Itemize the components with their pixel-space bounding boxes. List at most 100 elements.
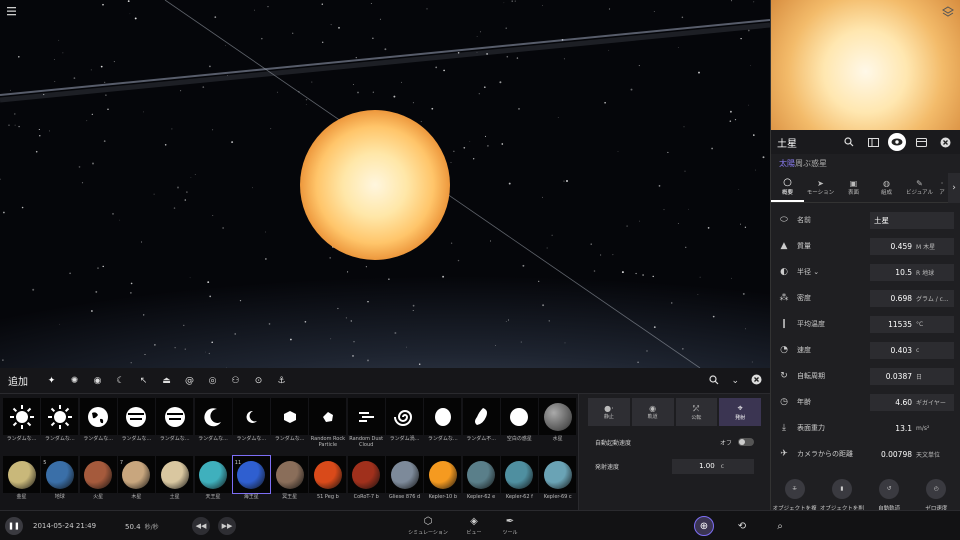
grid-item[interactable]: ランダム渦... (386, 394, 423, 450)
anchor-icon[interactable]: ⚓ (270, 376, 293, 386)
comet-icon[interactable]: ↖ (132, 376, 155, 386)
card-icon[interactable] (912, 133, 930, 151)
rotation-field[interactable]: 0.0387 日 (870, 367, 954, 385)
grid-item[interactable]: 冥王星 (271, 452, 309, 508)
grid-item[interactable]: ランダムな... (194, 394, 232, 450)
galaxy-icon[interactable]: @ (178, 376, 201, 386)
tab-more[interactable]: · ア (936, 173, 948, 202)
grid-item-label: 地球 (54, 494, 65, 500)
parent-link[interactable]: 太陽 (779, 159, 795, 168)
velocity-field[interactable]: 0.403 c (870, 341, 954, 359)
subtitle-rest: 周ぶ惑星 (795, 159, 827, 168)
grid-item-label: 金星 (16, 494, 27, 500)
grid-item[interactable]: 空白の惑星 (500, 394, 538, 450)
target-icon[interactable]: ⊙ (247, 376, 270, 386)
grid-item[interactable]: ランダムな... (41, 394, 79, 450)
random-ellipsoid-icon (424, 398, 462, 435)
people-icon[interactable]: ⚇ (224, 376, 247, 386)
grid-item[interactable]: ランダムな... (232, 394, 270, 450)
eye-icon[interactable] (888, 133, 906, 151)
close-icon[interactable] (936, 133, 954, 151)
tab-visual[interactable]: ✎ ビジュアル (903, 173, 936, 202)
mode-revolve[interactable]: ⤱ 公転 (675, 398, 718, 426)
grid-item[interactable]: Gliese 876 d (386, 452, 423, 508)
property-unit: 日 (916, 373, 923, 381)
tab-simulation[interactable]: ⬡ シミュレーション (408, 516, 448, 536)
space-viewport[interactable] (0, 0, 770, 368)
tab-composition[interactable]: ◍ 組成 (870, 173, 903, 202)
hamburger-menu-icon[interactable] (6, 5, 20, 17)
panel-toggle-icon[interactable] (864, 133, 882, 151)
plus-icon: ⊕ (699, 520, 709, 532)
tab-overview[interactable]: ○ 概要 (771, 173, 804, 202)
launch-speed-field[interactable]: 1.00 c (672, 458, 754, 474)
object-subtitle: 太陽周ぶ惑星 (771, 154, 960, 173)
radius-field[interactable]: 10.5 R 地球 (870, 263, 954, 281)
close-icon[interactable] (751, 374, 762, 387)
sun-body[interactable] (300, 110, 450, 260)
grid-item[interactable]: ランダムな... (117, 394, 155, 450)
search-icon[interactable] (840, 133, 858, 151)
search-icon[interactable] (709, 374, 719, 387)
tab-view[interactable]: ◈ ビュー (454, 516, 494, 536)
tab-tools[interactable]: ✒ ツール (490, 516, 530, 536)
grid-item[interactable]: ランダムな... (3, 394, 40, 450)
grid-item[interactable]: CoRoT-7 b (347, 452, 385, 508)
random-planet-icon (79, 398, 117, 435)
fast-forward-button[interactable]: ▶▶ (218, 517, 236, 535)
density-field[interactable]: 0.698 グラム / c... (870, 289, 954, 307)
property-value: 13.1 (895, 423, 912, 433)
focus-button[interactable]: ⟲ (732, 516, 752, 536)
tab-motion[interactable]: ➤ モーション (804, 173, 837, 202)
planet-icon[interactable]: ◉ (86, 376, 109, 386)
grid-item[interactable]: 5 地球 (41, 452, 79, 508)
name-field[interactable]: 土星 (870, 211, 954, 229)
moon-icon[interactable]: ☾ (109, 376, 132, 386)
grid-item[interactable]: Kepler-62 f (500, 452, 538, 508)
chevron-down-icon[interactable]: ⌄ (731, 376, 739, 386)
fast-forward-icon: ▶▶ (221, 522, 233, 530)
grid-item[interactable]: Random Dust Cloud (347, 394, 385, 450)
grid-item[interactable]: 51 Peg b (309, 452, 347, 508)
mass-field[interactable]: 0.459 M 木星 (870, 237, 954, 255)
ufo-icon[interactable]: ⏏ (155, 376, 178, 386)
auto-launch-toggle[interactable] (738, 438, 754, 446)
sun-icon[interactable]: ✺ (63, 376, 86, 386)
eye-icon[interactable]: ◎ (201, 376, 224, 386)
temperature-field[interactable]: 11535 °C (870, 315, 954, 333)
tab-surface[interactable]: ▣ 表面 (837, 173, 870, 202)
mode-orbit[interactable]: ◉ 軌道 (631, 398, 674, 426)
grid-item[interactable]: Kepler-62 e (462, 452, 500, 508)
mode-static[interactable]: ●· 静止 (588, 398, 630, 426)
grid-item[interactable]: 水星 (539, 394, 577, 450)
property-unit: m/s² (916, 424, 930, 432)
sparkle-icon[interactable]: ✦ (40, 376, 63, 386)
grid-item[interactable]: ランダムな... (424, 394, 462, 450)
grid-item-label: ランダムな... (121, 436, 152, 442)
grid-item[interactable]: 金星 (3, 452, 40, 508)
property-label[interactable]: 半径 ⌄ (791, 267, 870, 277)
launch-speed-row: 発射速度 1.00 c (579, 454, 770, 478)
mode-label: 公転 (691, 414, 702, 421)
rewind-button[interactable]: ◀◀ (192, 517, 210, 535)
mode-launch[interactable]: ⌖ 発射 (719, 398, 761, 426)
search-button[interactable]: ⌕ (770, 516, 790, 536)
layers-icon[interactable] (942, 6, 954, 18)
grid-item[interactable]: ランダム不... (462, 394, 500, 450)
chevron-right-icon[interactable]: › (948, 173, 960, 203)
grid-item[interactable]: Random Rock Particle (309, 394, 347, 450)
grid-item[interactable]: ランダムな... (271, 394, 309, 450)
grid-item[interactable]: 火星 (79, 452, 117, 508)
grid-item[interactable]: ランダムな... (79, 394, 117, 450)
grid-item[interactable]: 11 海王星 (231, 452, 271, 508)
grid-item[interactable]: Kepler-10 b (424, 452, 462, 508)
add-object-button[interactable]: ⊕ (694, 516, 714, 536)
grid-item[interactable]: 天王星 (194, 452, 232, 508)
grid-item[interactable]: ランダムな... (156, 394, 194, 450)
grid-item[interactable]: 土星 (156, 452, 194, 508)
grid-item[interactable]: Kepler-69 c (539, 452, 577, 508)
pause-button[interactable]: ❚❚ (5, 517, 23, 535)
grid-item[interactable]: 7 木星 (117, 452, 155, 508)
sim-speed[interactable]: 50.4 秒/秒 (125, 522, 159, 531)
age-field[interactable]: 4.60 ギガイヤー (870, 393, 954, 411)
